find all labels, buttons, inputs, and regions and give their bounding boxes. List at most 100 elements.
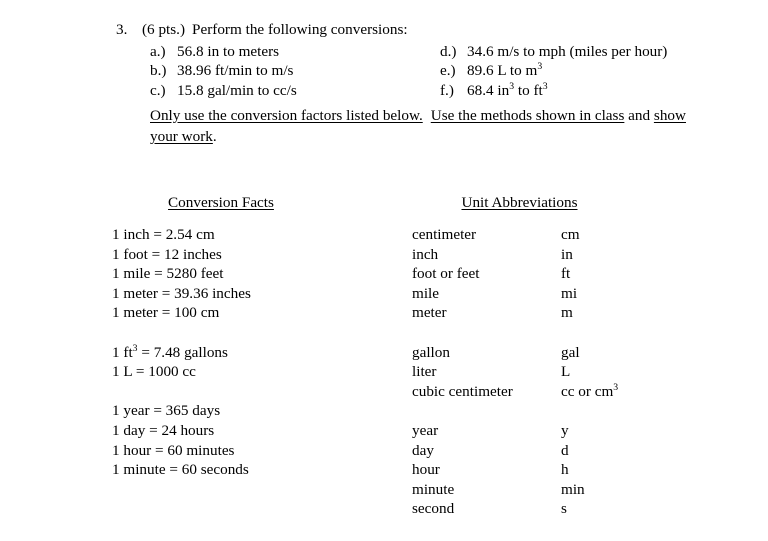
abbrev-symbol: y xyxy=(561,421,569,439)
fact-line: 1 year = 365 days xyxy=(112,402,221,420)
abbrev-name: hour xyxy=(412,461,440,479)
item-text: 89.6 L to m3 xyxy=(467,61,542,81)
abbrev-group-volume: gallon gal liter L cubic centimeter cc o… xyxy=(412,343,618,402)
question-items: a.) 56.8 in to meters d.) 34.6 m/s to mp… xyxy=(116,42,736,101)
item-text: 68.4 in3 to ft3 xyxy=(467,81,548,101)
question-block: 3. (6 pts.) Perform the following conver… xyxy=(116,20,736,100)
question-item-b: b.) 38.96 ft/min to m/s xyxy=(150,61,440,81)
item-text-body: 89.6 L to m xyxy=(467,62,538,79)
abbrev-symbol: cc or cm3 xyxy=(561,382,618,402)
conversion-facts-heading: Conversion Facts xyxy=(121,194,321,212)
question-heading: 3. (6 pts.) Perform the following conver… xyxy=(116,20,736,40)
facts-group-time: 1 year = 365 days 1 day = 24 hours 1 hou… xyxy=(112,401,251,479)
abbrev-symbol: L xyxy=(561,363,571,381)
fact-line: 1 foot = 12 inches xyxy=(112,245,222,263)
fact-line: 1 minute = 60 seconds xyxy=(112,461,249,479)
item-text-mid: to ft xyxy=(514,81,543,99)
abbrev-group-time: year y day d hour h minute min second s xyxy=(412,421,618,519)
abbrev-row: minute min xyxy=(412,480,618,500)
abbrev-row: mile mi xyxy=(412,284,618,304)
question-item-a: a.) 56.8 in to meters xyxy=(150,42,440,62)
instruction-conjunction: and xyxy=(628,107,651,124)
abbrev-name: mile xyxy=(412,284,439,302)
fact-line: 1 L = 1000 cc xyxy=(112,363,196,381)
abbrev-symbol: in xyxy=(561,245,573,263)
question-item-c: c.) 15.8 gal/min to cc/s xyxy=(150,81,440,101)
fact-line: 1 hour = 60 minutes xyxy=(112,441,235,459)
abbrev-row: foot or feet ft xyxy=(412,264,618,284)
fact-line: 1 meter = 39.36 inches xyxy=(112,284,251,302)
abbrev-symbol: m xyxy=(561,304,573,322)
item-label: b.) xyxy=(150,62,167,79)
fact-line: 1 day = 24 hours xyxy=(112,421,215,439)
instruction-period: . xyxy=(212,128,217,145)
item-text-pre: 68.4 in xyxy=(467,81,510,99)
fact-line: 1 inch = 2.54 cm xyxy=(112,226,215,243)
question-item-e: e.) 89.6 L to m3 xyxy=(440,61,542,81)
fact-line-cubic-feet: 1 ft3 = 7.48 gallons xyxy=(112,343,251,363)
abbrev-name: cubic centimeter xyxy=(412,382,513,400)
abbrev-symbol: gal xyxy=(561,343,580,361)
abbrev-row: day d xyxy=(412,441,618,461)
instruction-use-class-methods: Use the methods shown in class xyxy=(430,107,625,124)
question-item-d: d.) 34.6 m/s to mph (miles per hour) xyxy=(440,42,667,62)
abbrev-row: liter L xyxy=(412,362,618,382)
document-page: 3. (6 pts.) Perform the following conver… xyxy=(0,0,768,541)
abbrev-name: second xyxy=(412,500,455,518)
question-item-row: a.) 56.8 in to meters d.) 34.6 m/s to mp… xyxy=(150,42,736,62)
abbrev-symbol: ft xyxy=(561,265,571,283)
abbrev-row: meter m xyxy=(412,303,618,323)
item-text: 34.6 m/s to mph (miles per hour) xyxy=(467,42,668,60)
abbrev-name: inch xyxy=(412,245,439,263)
abbrev-row: inch in xyxy=(412,245,618,265)
fact-line: 1 mile = 5280 feet xyxy=(112,265,224,283)
conversion-facts-heading-text: Conversion Facts xyxy=(168,194,274,211)
question-item-row: b.) 38.96 ft/min to m/s e.) 89.6 L to m3 xyxy=(150,61,736,81)
unit-abbreviations-heading-text: Unit Abbreviations xyxy=(461,194,578,211)
abbrev-name: day xyxy=(412,441,434,459)
fact-post: = 7.48 gallons xyxy=(137,343,228,361)
abbrev-symbol: s xyxy=(561,500,567,518)
item-label: d.) xyxy=(440,42,457,60)
facts-group-volume: 1 ft3 = 7.48 gallons 1 L = 1000 cc xyxy=(112,343,251,382)
instruction-use-listed-factors: Only use the conversion factors listed b… xyxy=(150,107,423,124)
abbrev-name: liter xyxy=(412,363,437,381)
abbrev-symbol: min xyxy=(561,480,585,498)
abbrev-symbol-text: cc or cm xyxy=(561,382,614,400)
abbrev-row-cubic-centimeter: cubic centimeter cc or cm3 xyxy=(412,382,618,402)
abbrev-name: minute xyxy=(412,480,455,498)
unit-abbreviations-list: centimeter cm inch in foot or feet ft mi… xyxy=(412,225,618,519)
abbrev-symbol-superscript: 3 xyxy=(613,381,619,393)
abbrev-name: foot or feet xyxy=(412,265,480,283)
abbrev-name: gallon xyxy=(412,343,450,361)
abbrev-row: hour h xyxy=(412,460,618,480)
abbrev-symbol: mi xyxy=(561,284,578,302)
conversion-facts-list: 1 inch = 2.54 cm 1 foot = 12 inches 1 mi… xyxy=(112,225,251,480)
question-item-f: f.) 68.4 in3 to ft3 xyxy=(440,81,548,101)
abbrev-row: second s xyxy=(412,499,618,519)
abbrev-symbol: cm xyxy=(561,226,580,243)
abbrev-name: centimeter xyxy=(412,226,477,243)
item-superscript-2: 3 xyxy=(542,80,548,92)
item-label: e.) xyxy=(440,62,456,79)
item-label: f.) xyxy=(440,81,454,99)
fact-line: 1 meter = 100 cm xyxy=(112,304,220,322)
fact-pre: 1 ft xyxy=(112,343,133,361)
abbrev-symbol: d xyxy=(561,441,569,459)
abbrev-symbol: h xyxy=(561,461,569,479)
item-label: c.) xyxy=(150,81,166,99)
facts-group-length: 1 inch = 2.54 cm 1 foot = 12 inches 1 mi… xyxy=(112,225,251,323)
question-points: (6 pts.) xyxy=(142,21,186,38)
abbrev-group-length: centimeter cm inch in foot or feet ft mi… xyxy=(412,225,618,323)
item-superscript: 3 xyxy=(537,60,543,72)
abbrev-row: gallon gal xyxy=(412,343,618,363)
abbrev-name: year xyxy=(412,421,439,439)
abbrev-name: meter xyxy=(412,304,447,322)
instructions-paragraph: Only use the conversion factors listed b… xyxy=(150,105,710,147)
question-prompt: Perform the following conversions: xyxy=(192,21,408,38)
abbrev-row: year y xyxy=(412,421,618,441)
question-number: 3. xyxy=(116,21,128,38)
item-label: a.) xyxy=(150,42,166,60)
abbrev-row: centimeter cm xyxy=(412,225,618,245)
item-text: 56.8 in to meters xyxy=(177,42,280,60)
